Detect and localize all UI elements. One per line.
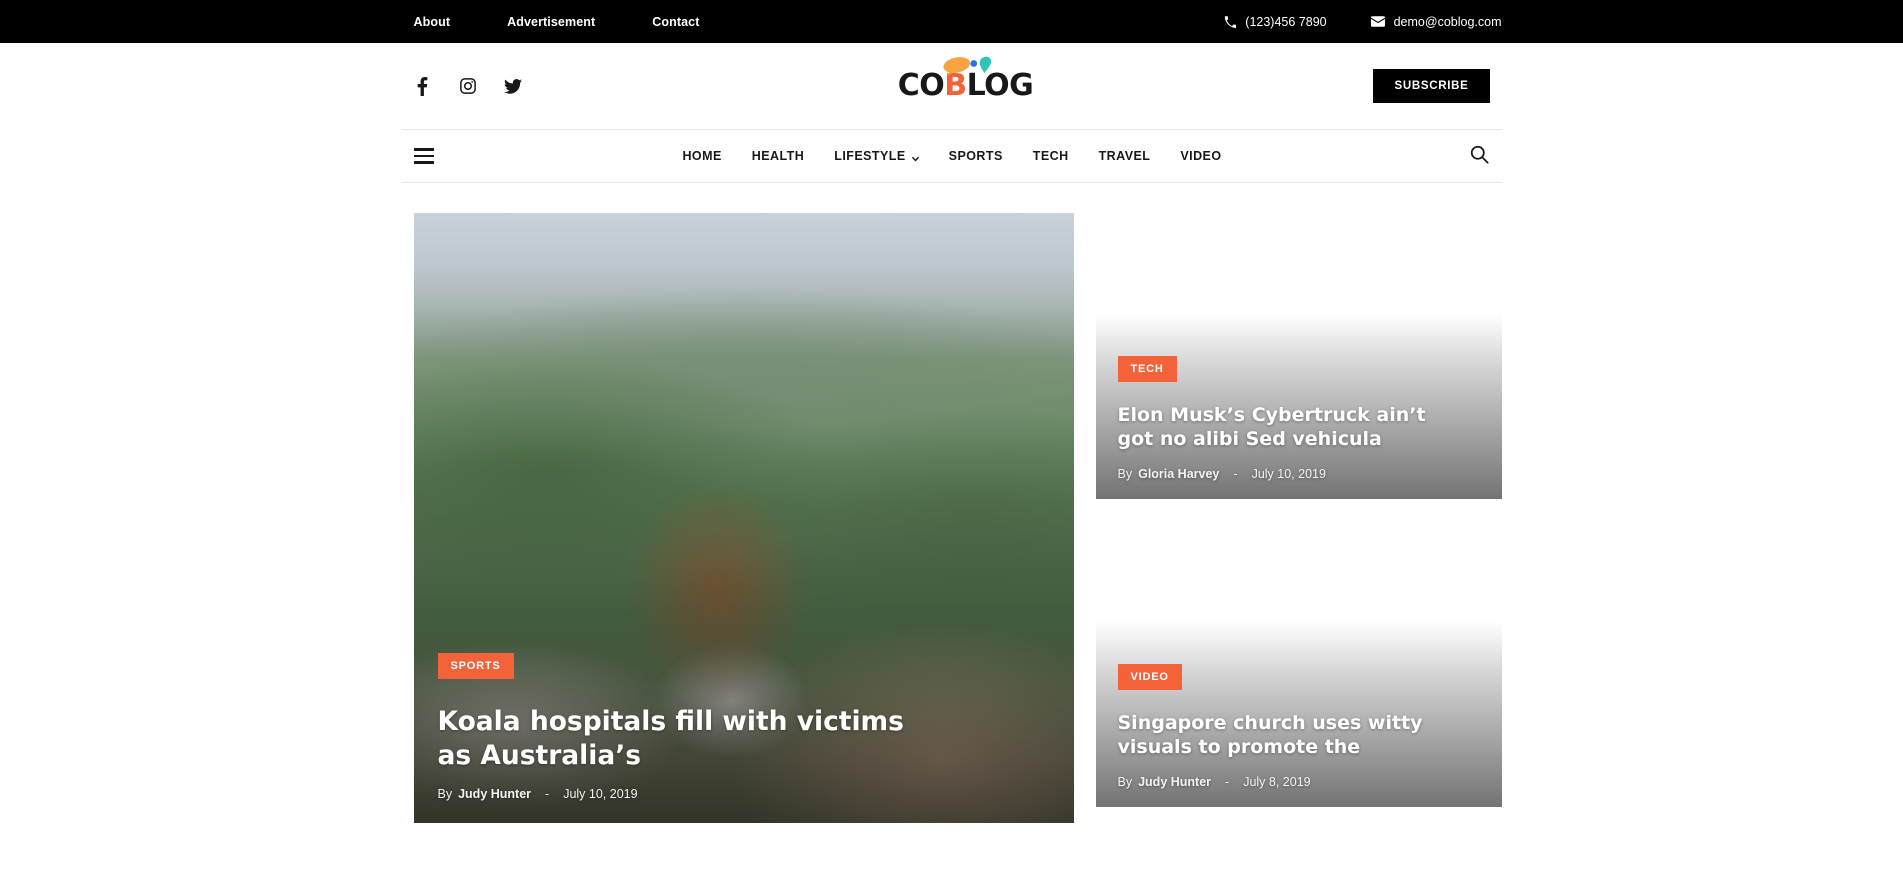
search-icon — [1470, 145, 1490, 167]
featured-main-body: SPORTS Koala hospitals fill with victims… — [414, 653, 1074, 823]
meta-separator: - — [545, 787, 550, 801]
top-bar-links: About Advertisement Contact — [414, 15, 700, 29]
nav-link-home[interactable]: HOME — [667, 149, 736, 163]
nav-menu: HOME HEALTH LIFESTYLE SPORTS TECH TRAVEL… — [667, 149, 1236, 163]
top-link-advertisement[interactable]: Advertisement — [507, 15, 595, 29]
subscribe-button[interactable]: SUBSCRIBE — [1373, 69, 1490, 103]
email-contact[interactable]: demo@coblog.com — [1370, 14, 1502, 29]
phone-number: (123)456 7890 — [1245, 14, 1327, 29]
logo-ornament-icon — [935, 54, 1007, 75]
featured-side-body: TECH Elon Musk’s Cybertruck ain’t got no… — [1096, 356, 1502, 499]
top-bar: About Advertisement Contact (123)456 789… — [0, 0, 1903, 43]
twitter-icon[interactable] — [503, 77, 522, 95]
instagram-icon[interactable] — [459, 77, 477, 95]
nav-item-home[interactable]: HOME — [667, 149, 736, 163]
by-label: By — [437, 787, 453, 801]
nav-item-video[interactable]: VIDEO — [1165, 149, 1236, 163]
featured-side-card-video[interactable]: VIDEO Singapore church uses witty visual… — [1095, 521, 1502, 807]
nav-link-health[interactable]: HEALTH — [737, 149, 819, 163]
nav-item-sports[interactable]: SPORTS — [934, 149, 1018, 163]
phone-icon — [1224, 15, 1237, 28]
site-logo[interactable]: COBLOG — [898, 56, 1034, 101]
category-badge[interactable]: VIDEO — [1117, 664, 1182, 691]
nav-label: VIDEO — [1180, 149, 1222, 163]
meta-separator: - — [1233, 467, 1238, 481]
author-name[interactable]: Gloria Harvey — [1138, 467, 1219, 481]
chevron-down-icon — [911, 153, 919, 162]
nav-link-video[interactable]: VIDEO — [1165, 149, 1236, 163]
category-badge[interactable]: SPORTS — [437, 653, 514, 680]
social-links — [414, 76, 522, 96]
facebook-icon[interactable] — [414, 76, 432, 96]
email-address: demo@coblog.com — [1393, 14, 1502, 29]
featured-side-body: VIDEO Singapore church uses witty visual… — [1096, 664, 1502, 807]
nav-label: TRAVEL — [1098, 149, 1151, 163]
top-link-about[interactable]: About — [414, 15, 451, 29]
publish-date: July 10, 2019 — [563, 787, 638, 801]
by-label: By — [1117, 775, 1133, 789]
search-button[interactable] — [1470, 145, 1490, 167]
nav-link-tech[interactable]: TECH — [1018, 149, 1084, 163]
featured-side-column: TECH Elon Musk’s Cybertruck ain’t got no… — [1095, 213, 1502, 823]
nav-label: HEALTH — [751, 149, 805, 163]
envelope-icon — [1370, 16, 1385, 27]
hamburger-icon[interactable] — [413, 148, 434, 164]
nav-link-travel[interactable]: TRAVEL — [1084, 149, 1166, 163]
hamburger-bar — [413, 148, 434, 151]
nav-label: HOME — [682, 149, 722, 163]
article-title: Elon Musk’s Cybertruck ain’t got no alib… — [1117, 404, 1426, 451]
article-meta: By Judy Hunter - July 8, 2019 — [1118, 775, 1480, 789]
top-bar-inner: About Advertisement Contact (123)456 789… — [402, 15, 1502, 29]
featured-grid: SPORTS Koala hospitals fill with victims… — [402, 183, 1502, 823]
publish-date: July 8, 2019 — [1243, 775, 1311, 789]
phone-contact[interactable]: (123)456 7890 — [1224, 14, 1327, 29]
featured-main-card[interactable]: SPORTS Koala hospitals fill with victims… — [413, 213, 1074, 823]
top-bar-contact: (123)456 7890 demo@coblog.com — [1224, 14, 1502, 29]
featured-side-card-tech[interactable]: TECH Elon Musk’s Cybertruck ain’t got no… — [1095, 213, 1502, 499]
nav-label: SPORTS — [948, 149, 1003, 163]
featured-main-column: SPORTS Koala hospitals fill with victims… — [413, 213, 1074, 823]
nav-item-tech[interactable]: TECH — [1018, 149, 1084, 163]
article-title: Singapore church uses witty visuals to p… — [1117, 712, 1423, 759]
hamburger-bar — [413, 161, 434, 164]
meta-separator: - — [1225, 775, 1230, 789]
category-badge[interactable]: TECH — [1117, 356, 1177, 383]
nav-label: TECH — [1032, 149, 1069, 163]
main-navigation: HOME HEALTH LIFESTYLE SPORTS TECH TRAVEL… — [401, 129, 1502, 183]
nav-item-travel[interactable]: TRAVEL — [1084, 149, 1166, 163]
nav-link-lifestyle[interactable]: LIFESTYLE — [819, 149, 933, 163]
article-meta: By Gloria Harvey - July 10, 2019 — [1118, 467, 1480, 481]
top-link-contact[interactable]: Contact — [652, 15, 699, 29]
publish-date: July 10, 2019 — [1251, 467, 1326, 481]
nav-label: LIFESTYLE — [834, 149, 906, 163]
author-name[interactable]: Judy Hunter — [1138, 775, 1211, 789]
hamburger-bar — [413, 154, 434, 158]
author-name[interactable]: Judy Hunter — [458, 787, 531, 801]
article-title: Koala hospitals fill with victims as Aus… — [437, 706, 904, 771]
article-meta: By Judy Hunter - July 10, 2019 — [438, 787, 1050, 801]
nav-link-sports[interactable]: SPORTS — [934, 149, 1018, 163]
nav-item-lifestyle[interactable]: LIFESTYLE — [819, 149, 933, 163]
site-header: COBLOG SUBSCRIBE — [402, 43, 1502, 129]
nav-item-health[interactable]: HEALTH — [737, 149, 819, 163]
by-label: By — [1117, 467, 1133, 481]
